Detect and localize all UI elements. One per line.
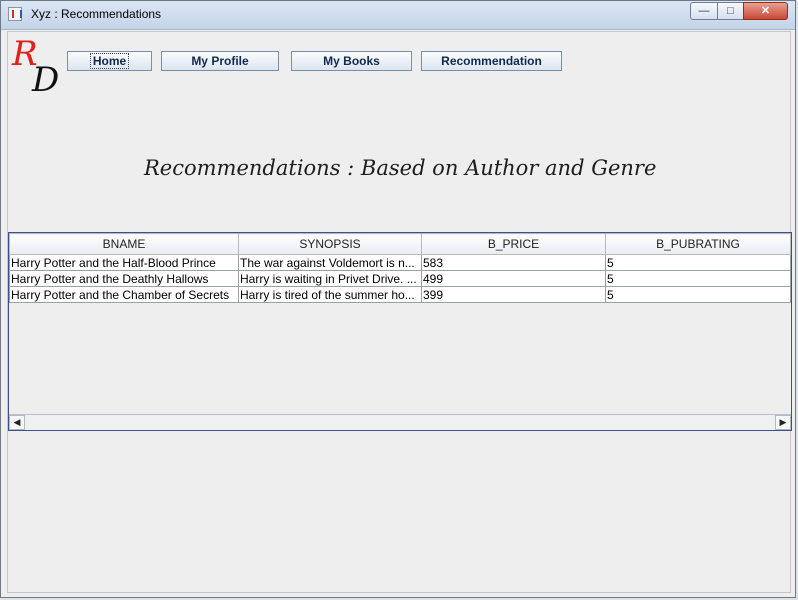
table-cell[interactable]: 583: [421, 254, 606, 271]
close-button[interactable]: ✕: [743, 2, 788, 20]
recommendations-table-panel: BNAME SYNOPSIS B_PRICE B_PUBRATING Harry…: [8, 232, 792, 431]
java-app-icon: [8, 7, 22, 21]
my-books-button[interactable]: My Books: [291, 51, 412, 71]
scrollbar-track[interactable]: [25, 415, 775, 430]
application-window: Xyz : Recommendations — □ ✕ R D Home My …: [0, 0, 796, 598]
table-cell[interactable]: Harry Potter and the Half-Blood Prince: [9, 254, 239, 271]
table-cell[interactable]: Harry Potter and the Deathly Hallows: [9, 270, 239, 287]
recommendation-button[interactable]: Recommendation: [421, 51, 562, 71]
table-cell[interactable]: Harry Potter and the Chamber of Secrets: [9, 286, 239, 303]
minimize-button[interactable]: —: [690, 2, 718, 20]
table-cell[interactable]: Harry is waiting in Privet Drive. ...: [238, 270, 422, 287]
horizontal-scrollbar[interactable]: ◀ ▶: [9, 414, 791, 430]
window-title: Xyz : Recommendations: [31, 7, 162, 21]
table-cell[interactable]: Harry is tired of the summer ho...: [238, 286, 422, 303]
table-row[interactable]: Harry Potter and the Deathly Hallows Har…: [9, 270, 791, 287]
table-row[interactable]: Harry Potter and the Chamber of Secrets …: [9, 286, 791, 303]
column-header-bname[interactable]: BNAME: [9, 233, 239, 255]
table-header-row: BNAME SYNOPSIS B_PRICE B_PUBRATING: [9, 233, 791, 255]
table-cell[interactable]: 5: [605, 254, 791, 271]
table-cell[interactable]: 5: [605, 286, 791, 303]
column-header-b-pubrating[interactable]: B_PUBRATING: [605, 233, 791, 255]
title-bar[interactable]: Xyz : Recommendations — □ ✕: [1, 1, 795, 30]
recommendations-table: BNAME SYNOPSIS B_PRICE B_PUBRATING Harry…: [9, 233, 791, 303]
scroll-left-icon[interactable]: ◀: [9, 415, 25, 430]
table-cell[interactable]: 399: [421, 286, 606, 303]
home-button-label: Home: [89, 53, 130, 69]
column-header-b-price[interactable]: B_PRICE: [421, 233, 606, 255]
table-cell[interactable]: 499: [421, 270, 606, 287]
rd-logo: R D: [12, 34, 68, 100]
maximize-button[interactable]: □: [717, 2, 744, 20]
logo-letter-d: D: [32, 60, 60, 100]
home-button[interactable]: Home: [67, 51, 152, 71]
column-header-synopsis[interactable]: SYNOPSIS: [238, 233, 422, 255]
page-heading: Recommendations : Based on Author and Ge…: [144, 156, 657, 180]
content-pane: R D Home My Profile My Books Recommendat…: [7, 31, 792, 593]
scroll-right-icon[interactable]: ▶: [775, 415, 791, 430]
table-row[interactable]: Harry Potter and the Half-Blood Prince T…: [9, 254, 791, 271]
table-cell[interactable]: 5: [605, 270, 791, 287]
table-cell[interactable]: The war against Voldemort is n...: [238, 254, 422, 271]
my-profile-button[interactable]: My Profile: [161, 51, 279, 71]
